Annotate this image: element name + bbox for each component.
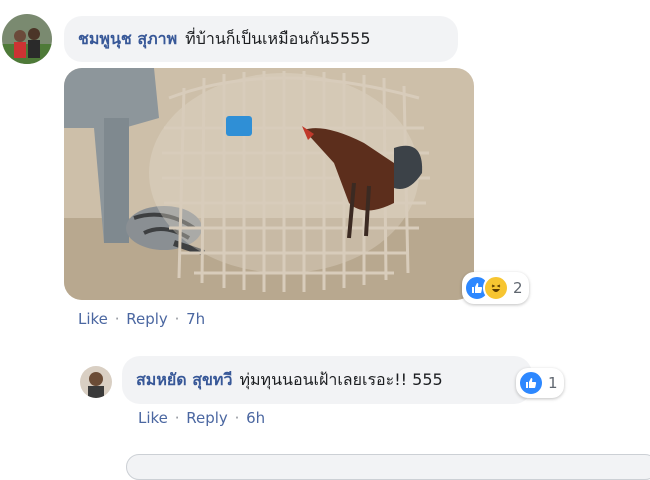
timestamp[interactable]: 6h [246,409,265,427]
commenter-avatar[interactable] [2,14,52,64]
separator: · [174,409,180,427]
like-link[interactable]: Like [138,409,168,427]
like-icon [518,370,544,396]
comment-photo[interactable] [64,68,474,300]
reaction-count: 1 [548,374,558,392]
reply-reactions[interactable]: 1 [516,368,564,398]
separator: · [234,409,240,427]
reaction-count: 2 [513,279,523,297]
comment-text: ที่บ้านก็เป็นเหมือนกัน5555 [185,28,371,48]
separator: · [174,310,180,328]
haha-icon [483,275,509,301]
separator: · [114,310,120,328]
reply-input-box[interactable] [126,454,650,480]
reply-text: ทุ่มทุนนอนเฝ้าเลยเรอะ!! 555 [239,369,443,389]
reply-link[interactable]: Reply [126,310,168,328]
reply-link[interactable]: Reply [186,409,228,427]
reply-avatar[interactable] [80,366,112,398]
comment-author[interactable]: ชมพูนุช สุภาพ [78,27,177,52]
reply-actions: Like · Reply · 6h [138,409,265,427]
comment-bubble: ชมพูนุช สุภาพ ที่บ้านก็เป็นเหมือนกัน5555 [64,16,458,62]
comment-reactions[interactable]: 2 [462,272,529,304]
timestamp[interactable]: 7h [186,310,205,328]
like-link[interactable]: Like [78,310,108,328]
reply-author[interactable]: สมหยัด สุขทวี [136,368,232,393]
comment-actions: Like · Reply · 7h [78,310,205,328]
reply-bubble: สมหยัด สุขทวี ทุ่มทุนนอนเฝ้าเลยเรอะ!! 55… [122,356,532,404]
